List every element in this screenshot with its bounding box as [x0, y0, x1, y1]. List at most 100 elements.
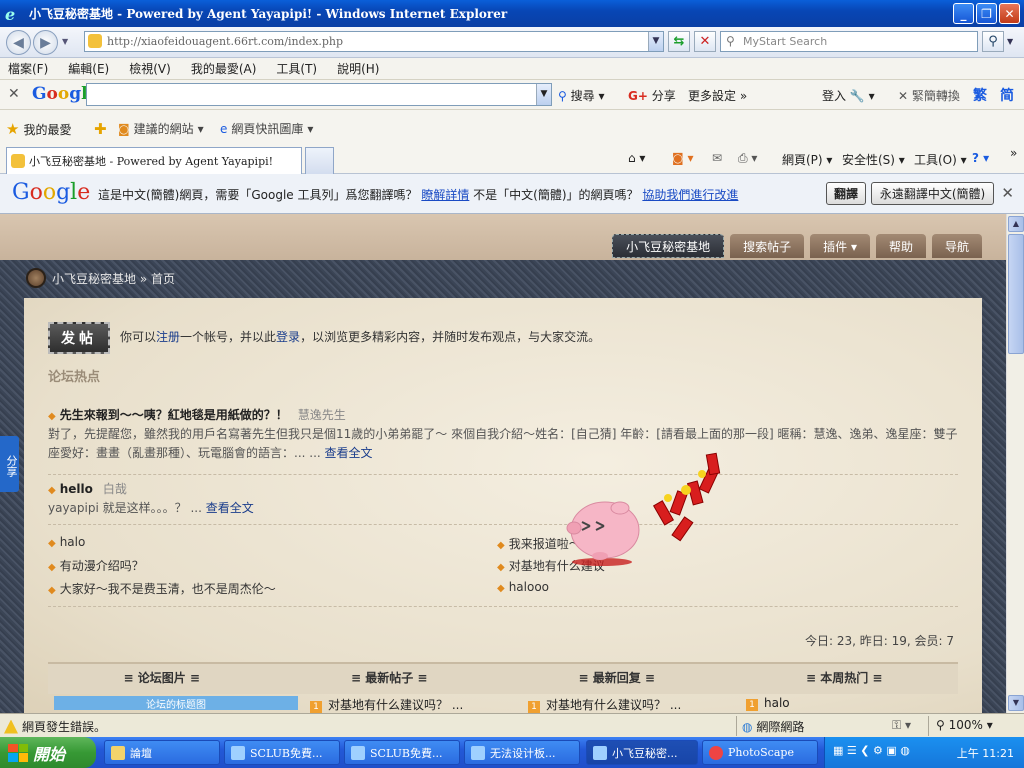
- login-button[interactable]: 登入 🔧 ▾: [822, 87, 875, 104]
- scroll-up-icon[interactable]: ▲: [1008, 216, 1024, 232]
- simplified-button[interactable]: 简: [1000, 85, 1014, 105]
- read-more-link[interactable]: 查看全文: [206, 501, 254, 515]
- protected-mode-icon[interactable]: ⚿ ▾: [892, 718, 911, 733]
- stop-button[interactable]: ✕: [694, 31, 716, 52]
- latest-reply-link[interactable]: 1 对基地有什么建议吗？ ...: [528, 696, 681, 713]
- list-item[interactable]: ◆ halo: [48, 535, 85, 549]
- task-ie-1[interactable]: SCLUB免費...: [224, 740, 340, 765]
- nav-home[interactable]: 小飞豆秘密基地: [612, 234, 725, 258]
- tab-current[interactable]: 小飞豆秘密基地 - Powered by Agent Yayapipi!: [6, 147, 302, 174]
- start-button[interactable]: 開始: [0, 737, 96, 768]
- search-magnifier-icon: ⚲: [726, 34, 735, 48]
- history-dropdown-icon[interactable]: ▼: [62, 37, 68, 46]
- list-item[interactable]: ◆ halooo: [497, 580, 549, 594]
- menu-edit[interactable]: 編輯(E): [68, 60, 109, 77]
- traditional-button[interactable]: 繁: [973, 85, 987, 105]
- always-translate-button[interactable]: 永遠翻譯中文(簡體): [871, 182, 994, 205]
- feeds-icon[interactable]: ◙ ▾: [672, 151, 693, 165]
- hot-item-title[interactable]: hello: [60, 482, 93, 496]
- translate-button[interactable]: 翻譯: [826, 182, 866, 205]
- refresh-button[interactable]: ⇆: [668, 31, 690, 52]
- tray-icons[interactable]: ▦ ☰ ❮ ⚙ ▣ ◍: [833, 744, 910, 757]
- clock[interactable]: 上午 11:21: [957, 745, 1014, 761]
- nav-search[interactable]: 搜索帖子: [730, 234, 805, 258]
- new-post-button[interactable]: 发帖: [48, 322, 110, 354]
- error-status[interactable]: 網頁發生錯誤。: [4, 718, 106, 735]
- page-menu[interactable]: 網頁(P) ▾: [782, 151, 832, 168]
- address-input[interactable]: http://xiaofeidouagent.66rt.com/index.ph…: [84, 31, 664, 52]
- task-ie-active[interactable]: 小飞豆秘密...: [586, 740, 698, 765]
- ie-icon: [351, 745, 365, 760]
- menu-help[interactable]: 說明(H): [337, 60, 379, 77]
- google-search-input[interactable]: ▼: [86, 83, 552, 106]
- help-icon[interactable]: ? ▾: [972, 151, 989, 165]
- help-improve-link[interactable]: 協助我們進行改進: [642, 188, 738, 202]
- google-search-button[interactable]: ⚲ 搜尋 ▾: [558, 87, 604, 104]
- task-folder[interactable]: 論壇: [104, 740, 220, 765]
- tools-menu[interactable]: 工具(O) ▾: [914, 151, 967, 168]
- scroll-down-icon[interactable]: ▼: [1008, 695, 1024, 711]
- hot-item-author[interactable]: 慧逸先生: [298, 408, 346, 422]
- menu-view[interactable]: 檢視(V): [129, 60, 171, 77]
- read-more-link[interactable]: 查看全文: [325, 446, 373, 460]
- overflow-chevron-icon[interactable]: »: [1010, 146, 1017, 160]
- login-label: 登入: [822, 89, 847, 103]
- register-link[interactable]: 注册: [156, 330, 180, 344]
- share-button[interactable]: G+ 分享: [628, 87, 676, 104]
- search-go-button[interactable]: ⚲: [982, 31, 1004, 52]
- hot-item: ◆ 先生來報到～～咦？紅地毯是用紙做的？！ 慧逸先生 對了，先提醒您，雖然我的用戶名…: [48, 406, 958, 463]
- forum-image-thumbnail[interactable]: 论坛的标题图: [54, 696, 298, 711]
- favorites-button[interactable]: ★ 我的最愛: [6, 120, 71, 138]
- toolbar-close-icon[interactable]: ✕: [8, 86, 20, 102]
- zoom-control[interactable]: ⚲ 100% ▾: [936, 718, 993, 732]
- back-button[interactable]: ◀: [6, 30, 31, 55]
- nav-guide[interactable]: 导航: [931, 234, 982, 258]
- nav-plugins[interactable]: 插件 ▾: [810, 234, 870, 258]
- mail-icon[interactable]: ✉: [712, 151, 722, 165]
- tab-title: 小飞豆秘密基地 - Powered by Agent Yayapipi!: [29, 155, 274, 168]
- home-button-icon[interactable]: [26, 268, 46, 288]
- login-link[interactable]: 登录: [276, 330, 300, 344]
- translate-message: 這是中文(簡體)網頁，需要「Google 工具列」爲您翻譯嗎？ 瞭解詳情 不是「…: [98, 186, 738, 203]
- task-photoscape[interactable]: PhotoScape: [702, 740, 818, 765]
- home-icon[interactable]: ⌂ ▾: [628, 151, 645, 165]
- close-button[interactable]: ✕: [999, 3, 1020, 24]
- latest-post-link[interactable]: 1 对基地有什么建议吗？ ...: [310, 696, 463, 713]
- web-slice-gallery-button[interactable]: e 網頁快訊圖庫 ▾: [220, 120, 313, 137]
- learn-more-link[interactable]: 瞭解詳情: [421, 188, 469, 202]
- safety-menu[interactable]: 安全性(S) ▾: [842, 151, 905, 168]
- hot-item-author[interactable]: 白哉: [103, 482, 127, 496]
- taskbar: 開始 論壇 SCLUB免費... SCLUB免費... 无法设计板... 小飞豆…: [0, 737, 1024, 768]
- wrench-icon: 🔧: [849, 89, 865, 103]
- search-input[interactable]: ⚲ MyStart Search: [720, 31, 978, 52]
- search-options-icon[interactable]: ▼: [1007, 37, 1013, 46]
- menu-file[interactable]: 檔案(F): [8, 60, 48, 77]
- menu-favorites[interactable]: 我的最愛(A): [191, 60, 257, 77]
- breadcrumb-text[interactable]: 小飞豆秘密基地 » 首页: [52, 270, 175, 287]
- google-search-dropdown-icon[interactable]: ▼: [536, 84, 551, 105]
- minimize-button[interactable]: _: [953, 3, 974, 24]
- list-item[interactable]: ◆ 大家好～我不是费玉清，也不是周杰伦～: [48, 580, 276, 597]
- convert-button[interactable]: ✕ 緊簡轉換: [898, 87, 960, 104]
- hot-item-title[interactable]: 先生來報到～～咦？紅地毯是用紙做的？！: [60, 408, 288, 422]
- task-ie-3[interactable]: 无法设计板...: [464, 740, 580, 765]
- list-item[interactable]: ◆ 有动漫介绍吗？: [48, 557, 144, 574]
- nav-help[interactable]: 帮助: [875, 234, 926, 258]
- menu-tools[interactable]: 工具(T): [276, 60, 317, 77]
- share-side-tab[interactable]: 分享: [0, 436, 19, 492]
- task-ie-2[interactable]: SCLUB免費...: [344, 740, 460, 765]
- more-settings-button[interactable]: 更多設定 »: [688, 87, 747, 104]
- forward-button[interactable]: ▶: [33, 30, 58, 55]
- address-dropdown-icon[interactable]: ▼: [648, 32, 663, 51]
- suggested-sites-button[interactable]: ◙ 建議的網站 ▾: [118, 120, 204, 137]
- vertical-scrollbar[interactable]: ▲ ▼: [1006, 214, 1024, 713]
- scroll-thumb[interactable]: [1008, 234, 1024, 354]
- separator: [736, 716, 737, 736]
- forum-nav: 小飞豆秘密基地 搜索帖子 插件 ▾ 帮助 导航: [612, 234, 982, 258]
- print-icon[interactable]: ⎙ ▾: [738, 151, 757, 166]
- new-tab-button[interactable]: [305, 147, 334, 174]
- maximize-button[interactable]: ❐: [976, 3, 997, 24]
- add-favorite-icon[interactable]: ✚: [94, 120, 107, 138]
- weekly-hot-link[interactable]: 1 halo: [746, 696, 790, 711]
- translate-close-icon[interactable]: ✕: [1001, 184, 1014, 202]
